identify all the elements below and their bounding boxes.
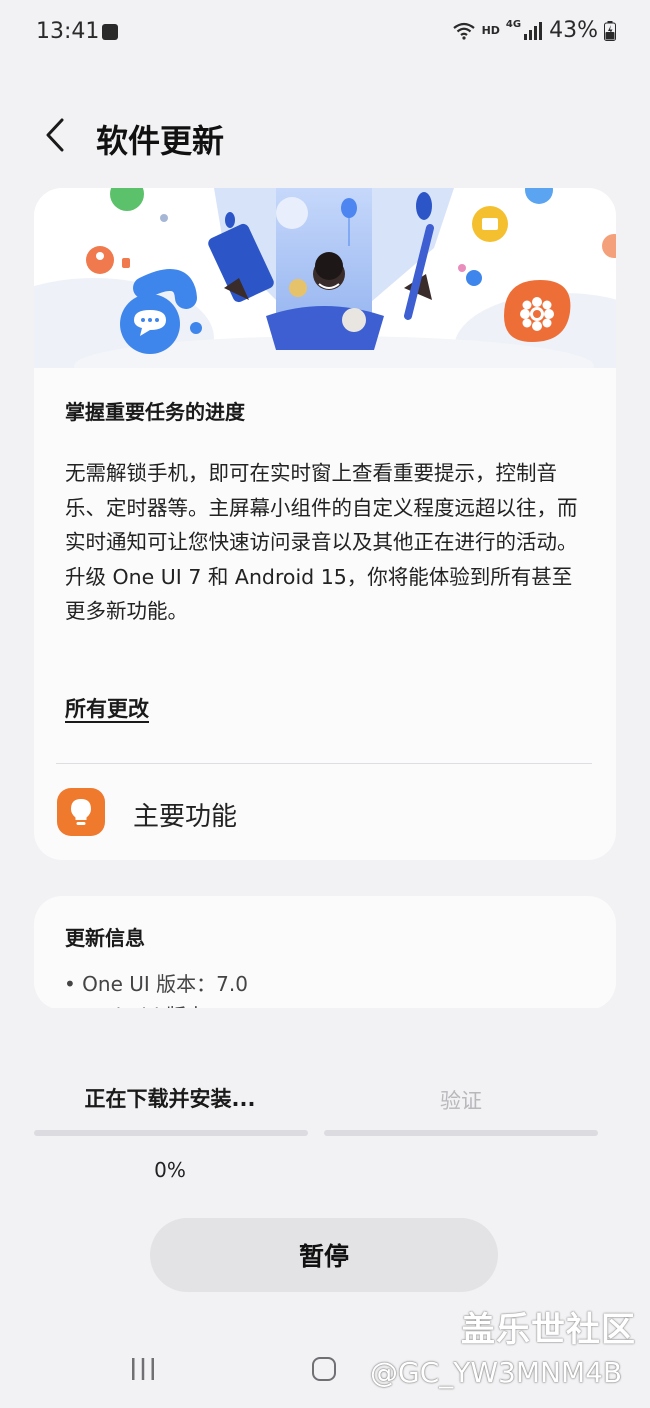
app-header: 软件更新	[0, 100, 650, 180]
wifi-icon	[452, 22, 475, 40]
battery-percent: 43%	[549, 18, 598, 43]
notification-app-icon	[102, 24, 118, 40]
feature-description: 无需解锁手机，即可在实时窗上查看重要提示，控制音乐、定时器等。主屏幕小组件的自定…	[65, 461, 578, 623]
network-type-indicator: 4G	[505, 19, 522, 30]
all-changes-link[interactable]: 所有更改	[65, 693, 149, 723]
status-time: 13:41	[36, 19, 100, 44]
watermark-user: @GC_YW3MNM4B	[370, 1356, 623, 1389]
page-title: 软件更新	[96, 122, 225, 160]
update-info-title: 更新信息	[65, 926, 145, 950]
content-fade-overlay	[0, 1008, 650, 1048]
divider	[56, 763, 592, 764]
battery-charging-icon	[604, 20, 616, 41]
status-bar: 13:41 HD 4G 43%	[0, 0, 650, 66]
lightbulb-icon	[57, 788, 105, 836]
progress-percent: 0%	[154, 1158, 186, 1182]
feature-card: 掌握重要任务的进度 无需解锁手机，即可在实时窗上查看重要提示，控制音乐、定时器等…	[34, 188, 616, 860]
pause-button[interactable]: 暂停	[150, 1218, 498, 1292]
update-info-card: 更新信息 • One UI 版本：7.0 • Android 版本：15	[34, 896, 616, 1010]
step-download-install: 正在下载并安装...	[84, 1087, 256, 1111]
chevron-left-icon	[46, 118, 64, 152]
verify-progress-bar	[324, 1130, 598, 1136]
one-ui-version: • One UI 版本：7.0	[64, 972, 248, 996]
recent-apps-icon[interactable]	[130, 1356, 156, 1382]
feature-banner-illustration	[34, 188, 616, 368]
signal-icon	[524, 21, 543, 40]
watermark-site: 盖乐世社区	[461, 1310, 636, 1350]
feature-title: 掌握重要任务的进度	[65, 400, 245, 424]
key-features-label: 主要功能	[133, 802, 238, 832]
back-button[interactable]	[36, 114, 76, 158]
step-verify: 验证	[440, 1089, 482, 1113]
key-features-item[interactable]: 主要功能	[34, 766, 616, 860]
status-indicators: HD 4G 43%	[452, 18, 616, 43]
hd-voice-indicator: HD	[481, 24, 500, 37]
download-progress-bar	[34, 1130, 308, 1136]
home-button[interactable]	[312, 1357, 336, 1381]
